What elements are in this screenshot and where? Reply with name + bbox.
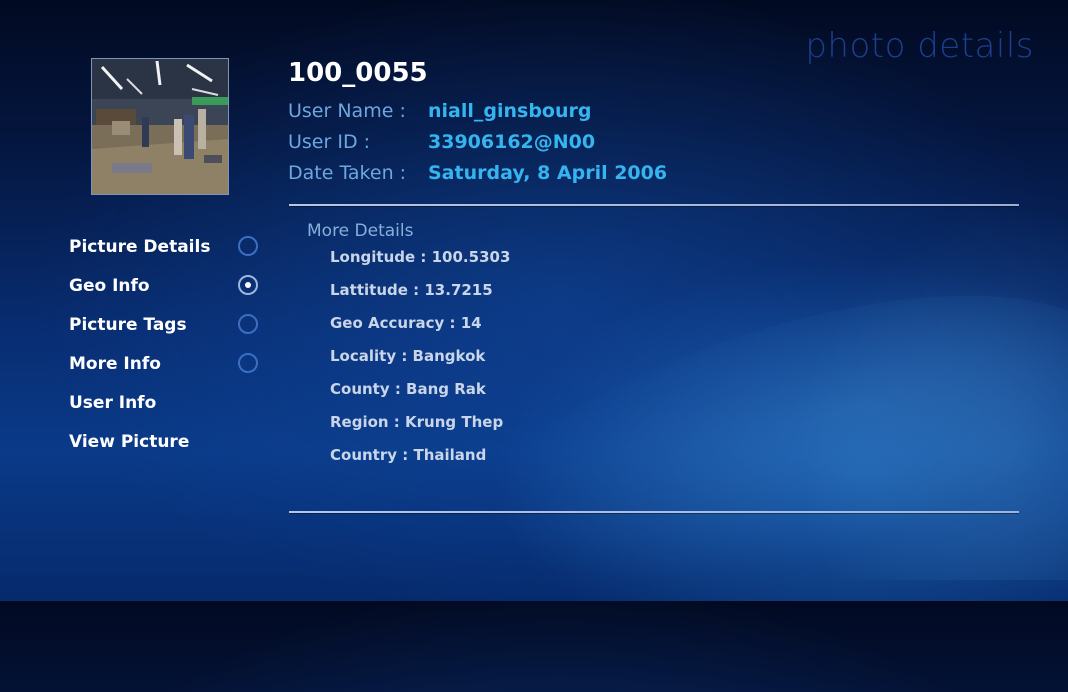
nav-item-user-info[interactable]: User Info [69,389,269,417]
nav-item-label: More Info [69,354,161,374]
nav-item-more-info[interactable]: More Info [69,350,269,378]
date-taken-row: Date Taken : Saturday, 8 April 2006 [288,160,667,186]
detail-county: County : Bang Rak [330,380,486,398]
user-name-label: User Name : [288,100,406,122]
user-id-label: User ID : [288,131,371,153]
nav-item-label: Picture Details [69,237,211,257]
radio-button-selected-icon[interactable] [238,275,258,295]
page-title: photo details [805,26,1034,66]
details-section-title: More Details [307,221,414,241]
nav-item-label: Picture Tags [69,315,187,335]
photo-name: 100_0055 [288,58,428,88]
radio-button-icon[interactable] [238,314,258,334]
user-name-value: niall_ginsbourg [428,100,592,122]
detail-locality: Locality : Bangkok [330,347,486,365]
user-name-row: User Name : niall_ginsbourg [288,98,592,124]
nav-item-label: View Picture [69,432,190,452]
date-taken-label: Date Taken : [288,162,407,184]
date-taken-value: Saturday, 8 April 2006 [428,162,668,184]
nav-item-label: Geo Info [69,276,150,296]
nav-item-view-picture[interactable]: View Picture [69,428,269,456]
detail-longitude: Longitude : 100.5303 [330,248,511,266]
detail-country: Country : Thailand [330,446,487,464]
detail-region: Region : Krung Thep [330,413,504,431]
radio-button-icon[interactable] [238,236,258,256]
photo-thumbnail-image [92,59,228,194]
detail-latitude: Lattitude : 13.7215 [330,281,493,299]
nav-item-picture-details[interactable]: Picture Details [69,233,269,261]
top-divider [289,204,1019,206]
background-glow [760,160,1068,580]
detail-geo-accuracy: Geo Accuracy : 14 [330,314,482,332]
photo-thumbnail[interactable] [91,58,229,195]
user-id-row: User ID : 33906162@N00 [288,129,595,155]
background-swoosh [406,228,1068,692]
radio-button-icon[interactable] [238,353,258,373]
nav-item-picture-tags[interactable]: Picture Tags [69,311,269,339]
nav-item-label: User Info [69,393,157,413]
bottom-divider [289,511,1019,513]
nav-item-geo-info[interactable]: Geo Info [69,272,269,300]
user-id-value: 33906162@N00 [428,131,596,153]
